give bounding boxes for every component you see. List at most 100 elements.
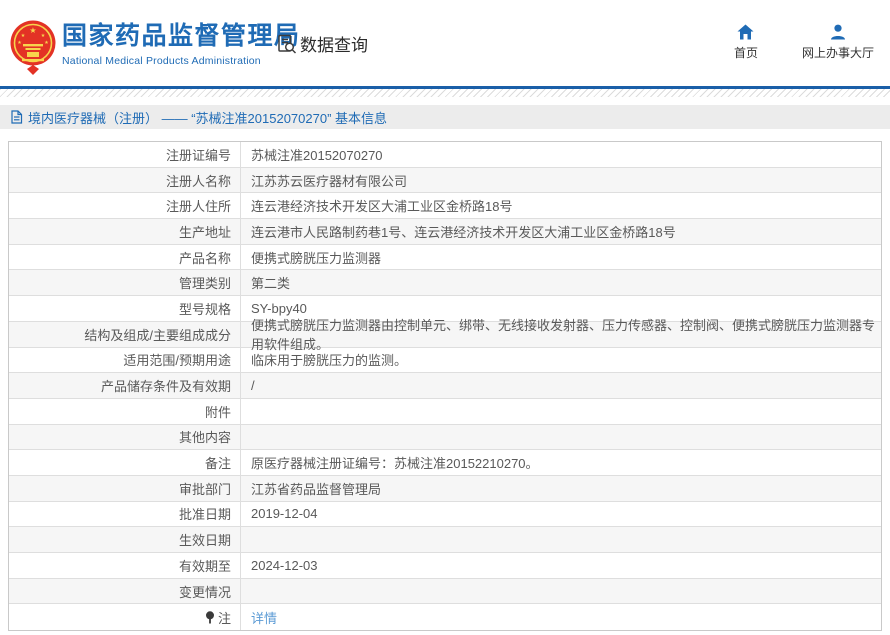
data-query-label: 数据查询 — [300, 31, 368, 56]
row-value-cell: 江苏省药品监督管理局 — [241, 476, 881, 501]
table-row: 管理类别 第二类 — [9, 270, 881, 296]
row-label: 备注 — [9, 450, 241, 475]
table-row: 附件 — [9, 399, 881, 425]
top-nav: 首页 网上办事大厅 — [722, 24, 874, 61]
table-row: 产品名称 便携式膀胱压力监测器 — [9, 245, 881, 271]
row-value: 江苏省药品监督管理局 — [251, 479, 381, 498]
row-value-cell: 临床用于膀胱压力的监测。 — [241, 348, 881, 373]
row-label: 注 — [9, 604, 241, 630]
row-value: 第二类 — [251, 273, 290, 292]
site-title-chinese: 国家药品监督管理局 — [62, 23, 301, 51]
row-value: / — [251, 378, 255, 393]
user-icon — [830, 24, 846, 40]
row-label-text: 产品储存条件及有效期 — [101, 376, 231, 395]
row-label-text: 注册人住所 — [166, 196, 231, 215]
row-value: 临床用于膀胱压力的监测。 — [251, 350, 407, 369]
row-value: 苏械注准20152070270 — [251, 145, 383, 164]
hatch-pattern-band — [0, 89, 890, 97]
doc-search-icon — [276, 33, 297, 55]
row-label: 结构及组成/主要组成成分 — [9, 322, 241, 347]
table-row: 适用范围/预期用途 临床用于膀胱压力的监测。 — [9, 348, 881, 374]
row-label-text: 生产地址 — [179, 222, 231, 241]
national-emblem-logo: ★ ★ ★ ★ ★ — [10, 18, 56, 81]
row-label: 产品储存条件及有效期 — [9, 373, 241, 398]
svg-text:★: ★ — [44, 40, 49, 46]
row-value-cell: 连云港经济技术开发区大浦工业区金桥路18号 — [241, 193, 881, 218]
row-value-cell: 详情 — [241, 604, 881, 630]
row-label: 型号规格 — [9, 296, 241, 321]
row-value-cell: 第二类 — [241, 270, 881, 295]
row-label: 产品名称 — [9, 245, 241, 270]
row-value-cell — [241, 399, 881, 424]
row-value-cell: / — [241, 373, 881, 398]
site-title: 国家药品监督管理局 National Medical Products Admi… — [62, 23, 301, 67]
row-label-text: 批准日期 — [179, 504, 231, 523]
table-row: 生效日期 — [9, 527, 881, 553]
nav-home-label: 首页 — [734, 44, 758, 61]
row-value-cell: 便携式膀胱压力监测器由控制单元、绑带、无线接收发射器、压力传感器、控制阀、便携式… — [241, 322, 881, 347]
row-value-cell: 便携式膀胱压力监测器 — [241, 245, 881, 270]
table-row: 审批部门江苏省药品监督管理局 — [9, 476, 881, 502]
table-row: 注册人名称江苏苏云医疗器材有限公司 — [9, 168, 881, 194]
row-label: 生效日期 — [9, 527, 241, 552]
row-label-text: 型号规格 — [179, 299, 231, 318]
table-row: 产品储存条件及有效期 / — [9, 373, 881, 399]
svg-text:★: ★ — [21, 33, 26, 39]
table-row: 结构及组成/主要组成成分便携式膀胱压力监测器由控制单元、绑带、无线接收发射器、压… — [9, 322, 881, 348]
row-label: 批准日期 — [9, 502, 241, 527]
page-header: ★ ★ ★ ★ ★ 国家药品监督管理局 National Medical Pro… — [0, 0, 890, 86]
row-label: 有效期至 — [9, 553, 241, 578]
row-label: 生产地址 — [9, 219, 241, 244]
row-label: 其他内容 — [9, 425, 241, 450]
row-label-text: 附件 — [205, 402, 231, 421]
row-label: 适用范围/预期用途 — [9, 348, 241, 373]
row-value: SY-bpy40 — [251, 301, 307, 316]
row-value-cell: 苏械注准20152070270 — [241, 142, 881, 167]
breadcrumb: 境内医疗器械（注册） —— “苏械注准20152070270” 基本信息 — [0, 105, 890, 129]
row-label: 注册人名称 — [9, 168, 241, 193]
row-label-text: 注册证编号 — [166, 145, 231, 164]
row-value-cell — [241, 579, 881, 604]
table-row: 注册证编号 苏械注准20152070270 — [9, 142, 881, 168]
table-row: 有效期至2024-12-03 — [9, 553, 881, 579]
table-row: 注册人住所 连云港经济技术开发区大浦工业区金桥路18号 — [9, 193, 881, 219]
row-label-text: 管理类别 — [179, 273, 231, 292]
svg-text:★: ★ — [17, 40, 22, 46]
nav-item-home[interactable]: 首页 — [722, 24, 770, 61]
row-label-text: 变更情况 — [179, 582, 231, 601]
row-label: 附件 — [9, 399, 241, 424]
table-row: 变更情况 — [9, 579, 881, 605]
table-row: 批准日期2019-12-04 — [9, 502, 881, 528]
row-label-text: 适用范围/预期用途 — [123, 350, 231, 369]
row-label: 管理类别 — [9, 270, 241, 295]
row-value-cell: 原医疗器械注册证编号：苏械注准20152210270。 — [241, 450, 881, 475]
row-label-text: 产品名称 — [179, 248, 231, 267]
row-label: 注册人住所 — [9, 193, 241, 218]
svg-text:★: ★ — [41, 33, 46, 39]
row-value-cell: 连云港市人民路制药巷1号、连云港经济技术开发区大浦工业区金桥路18号 — [241, 219, 881, 244]
row-label-text: 注册人名称 — [166, 171, 231, 190]
home-icon — [737, 24, 754, 40]
row-label: 审批部门 — [9, 476, 241, 501]
svg-text:★: ★ — [29, 26, 36, 35]
detail-link[interactable]: 详情 — [251, 608, 277, 627]
row-label-text: 其他内容 — [179, 427, 231, 446]
row-label-text: 备注 — [205, 453, 231, 472]
row-label-text: 生效日期 — [179, 530, 231, 549]
breadcrumb-text: 境内医疗器械（注册） —— “苏械注准20152070270” 基本信息 — [28, 108, 387, 127]
row-value-cell — [241, 425, 881, 450]
row-value-cell — [241, 527, 881, 552]
table-row: 生产地址连云港市人民路制药巷1号、连云港经济技术开发区大浦工业区金桥路18号 — [9, 219, 881, 245]
row-label-text: 结构及组成/主要组成成分 — [84, 325, 231, 344]
table-row: 注详情 — [9, 604, 881, 630]
row-label: 变更情况 — [9, 579, 241, 604]
row-value: 原医疗器械注册证编号：苏械注准20152210270。 — [251, 453, 539, 472]
info-table: 注册证编号苏械注准20152070270注册人名称江苏苏云医疗器材有限公司注册人… — [8, 141, 882, 631]
nav-item-service-hall[interactable]: 网上办事大厅 — [802, 24, 874, 61]
document-icon — [10, 110, 23, 124]
site-title-english: National Medical Products Administration — [62, 55, 301, 67]
row-label: 注册证编号 — [9, 142, 241, 167]
data-query-button[interactable]: 数据查询 — [276, 31, 368, 56]
row-value: 便携式膀胱压力监测器 — [251, 248, 381, 267]
row-value: 连云港经济技术开发区大浦工业区金桥路18号 — [251, 196, 512, 215]
